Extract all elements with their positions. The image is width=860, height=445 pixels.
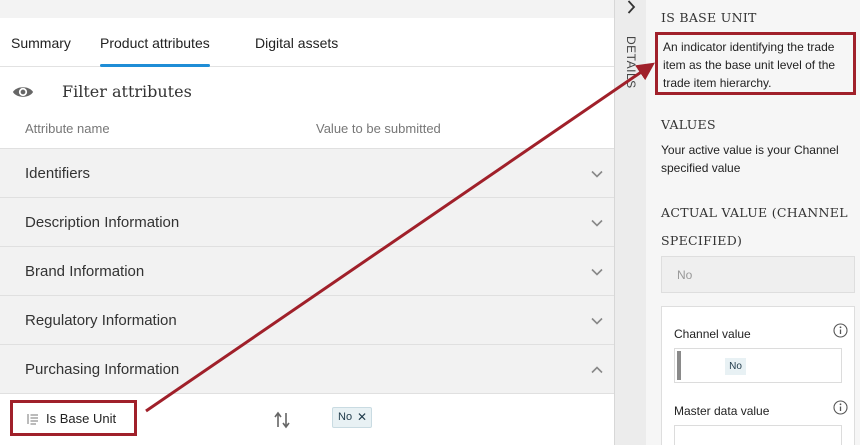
attribute-name[interactable]: Is Base Unit [46, 411, 116, 426]
actual-value-field: No [661, 256, 855, 293]
attribute-row-is-base-unit[interactable]: Is Base Unit No ✕ [0, 393, 614, 445]
values-card: Channel value No Master data value [661, 306, 855, 445]
filter-attributes-label[interactable]: Filter attributes [62, 82, 192, 101]
info-icon[interactable] [833, 400, 848, 415]
section-regulatory-information[interactable]: Regulatory Information [0, 295, 614, 344]
channel-value-label: Channel value [674, 327, 751, 341]
tab-product-attributes[interactable]: Product attributes [100, 35, 210, 67]
details-panel: IS BASE UNIT An indicator identifying th… [646, 0, 860, 445]
description-highlight-box: An indicator identifying the trade item … [655, 32, 856, 95]
values-text: Your active value is your Channel specif… [661, 143, 839, 175]
section-label: Purchasing Information [25, 361, 180, 378]
highlight-box: Is Base Unit [10, 400, 137, 436]
section-identifiers[interactable]: Identifiers [0, 148, 614, 197]
section-label: Description Information [25, 214, 180, 231]
list-icon [27, 414, 38, 425]
actual-value-text: No [677, 268, 693, 282]
section-label: Regulatory Information [25, 312, 177, 329]
section-description-information[interactable]: Description Information [0, 197, 614, 246]
top-strip [0, 0, 614, 18]
close-icon[interactable]: ✕ [357, 410, 367, 424]
chevron-down-icon [591, 268, 603, 276]
attributes-panel: Summary Product attributes Digital asset… [0, 0, 614, 445]
value-chip[interactable]: No ✕ [332, 407, 372, 428]
master-data-value-field[interactable] [674, 425, 842, 445]
details-description: An indicator identifying the trade item … [663, 40, 836, 90]
actual-value-heading-line1: ACTUAL VALUE (CHANNEL [661, 205, 848, 220]
column-header-attribute-name: Attribute name [25, 121, 110, 136]
value-chip-text: No [338, 411, 353, 423]
chevron-up-icon [591, 366, 603, 374]
eye-icon[interactable] [12, 82, 34, 102]
column-header-value: Value to be submitted [316, 121, 441, 136]
details-tab-strip[interactable]: DETAILS [614, 0, 646, 445]
values-heading: VALUES [661, 117, 716, 132]
chevron-down-icon [591, 219, 603, 227]
channel-value-field[interactable]: No [674, 348, 842, 383]
chevron-right-icon[interactable] [624, 0, 638, 14]
master-data-value-label: Master data value [674, 404, 770, 418]
chevron-down-icon [591, 170, 603, 178]
details-title: IS BASE UNIT [661, 10, 757, 25]
section-label: Identifiers [25, 165, 91, 182]
tab-digital-assets[interactable]: Digital assets [255, 35, 338, 51]
details-tab-label[interactable]: DETAILS [624, 36, 638, 89]
actual-value-heading-line2: SPECIFIED) [661, 233, 743, 248]
tab-bar: Summary Product attributes Digital asset… [0, 18, 614, 67]
info-icon[interactable] [833, 323, 848, 338]
channel-value-chip: No [725, 358, 746, 375]
chevron-down-icon [591, 317, 603, 325]
swap-icon[interactable] [272, 411, 292, 429]
section-purchasing-information[interactable]: Purchasing Information [0, 344, 614, 393]
filter-row: Filter attributes [0, 78, 614, 108]
section-brand-information[interactable]: Brand Information [0, 246, 614, 295]
tab-summary[interactable]: Summary [11, 35, 71, 51]
section-label: Brand Information [25, 263, 145, 280]
